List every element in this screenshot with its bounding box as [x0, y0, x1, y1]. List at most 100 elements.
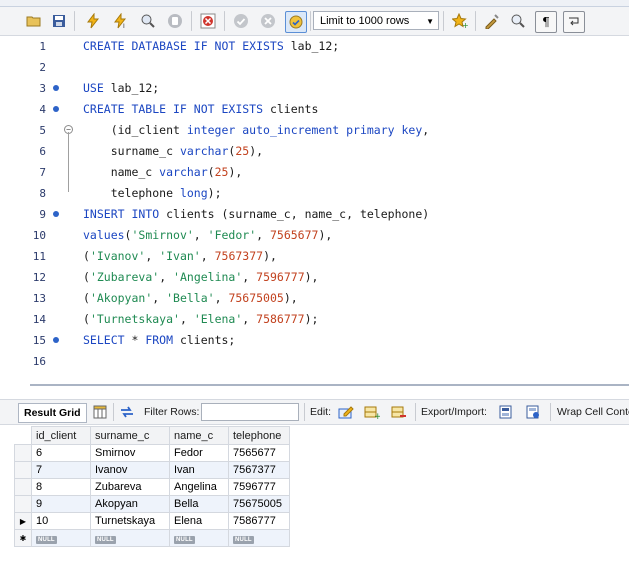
cell-telephone[interactable]: 7596777 [228, 478, 290, 496]
cell-name-c[interactable]: Ivan [169, 461, 229, 479]
code-line[interactable]: 7 name_c varchar(25), [0, 162, 629, 183]
find-icon[interactable] [508, 11, 528, 31]
code-line[interactable]: 3 USE lab_12; [0, 78, 629, 99]
toolbar-divider [475, 11, 476, 31]
cell-surname-c[interactable]: Akopyan [90, 495, 170, 513]
column-header-surname-c[interactable]: surname_c [90, 426, 170, 445]
cell-telephone[interactable]: 7586777 [228, 512, 290, 530]
code-line[interactable]: 13 ('Akopyan', 'Bella', 75675005), [0, 288, 629, 309]
cell-id-client[interactable]: 10 [31, 512, 91, 530]
cell-name-c[interactable]: Angelina [169, 478, 229, 496]
beautify-icon[interactable] [482, 11, 502, 31]
add-snippet-icon[interactable]: + [450, 11, 470, 31]
edit-row-icon[interactable] [337, 403, 355, 421]
tab-result-grid[interactable]: Result Grid [18, 403, 87, 423]
cell-surname-c[interactable]: Smirnov [90, 444, 170, 462]
row-selector[interactable] [14, 495, 32, 513]
row-selector[interactable] [14, 478, 32, 496]
column-header-name-c[interactable]: name_c [169, 426, 229, 445]
row-selector[interactable] [14, 461, 32, 479]
stop-icon[interactable] [165, 11, 185, 31]
cell-telephone[interactable]: 7567377 [228, 461, 290, 479]
code-line[interactable]: 9 INSERT INTO clients (surname_c, name_c,… [0, 204, 629, 225]
code-line[interactable]: 8 telephone long); [0, 183, 629, 204]
sql-editor[interactable]: 1 CREATE DATABASE IF NOT EXISTS lab_12; 2 3… [0, 36, 629, 378]
cell-name-c[interactable]: Fedor [169, 444, 229, 462]
cell-surname-c[interactable]: NULL [90, 529, 170, 547]
cell-name-c[interactable]: Elena [169, 512, 229, 530]
code-line[interactable]: 6 surname_c varchar(25), [0, 141, 629, 162]
sql-text: * [131, 333, 146, 347]
export-icon[interactable] [497, 403, 515, 421]
toggle-error-icon[interactable] [198, 11, 218, 31]
sql-text: surname_c [83, 144, 180, 158]
cell-id-client[interactable]: 8 [31, 478, 91, 496]
autocommit-icon[interactable] [285, 11, 307, 33]
code-line[interactable]: 1 CREATE DATABASE IF NOT EXISTS lab_12; [0, 36, 629, 57]
delete-row-icon[interactable] [390, 403, 408, 421]
code-text: surname_c varchar(25), [83, 141, 263, 162]
line-number: 12 [32, 271, 46, 284]
wrap-cell-content-label[interactable]: Wrap Cell Conte [557, 404, 629, 420]
save-icon[interactable] [49, 11, 69, 31]
insert-row-icon[interactable]: + [363, 403, 381, 421]
table-row[interactable]: 7 Ivanov Ivan 7567377 [14, 461, 290, 479]
import-icon[interactable] [524, 403, 542, 421]
table-row[interactable]: 9 Akopyan Bella 75675005 [14, 495, 290, 513]
code-line[interactable]: 16 [0, 351, 629, 372]
code-line[interactable]: 2 [0, 57, 629, 78]
code-line[interactable]: 11 ('Ivanov', 'Ivan', 7567377), [0, 246, 629, 267]
cell-id-client[interactable]: 6 [31, 444, 91, 462]
toolbar-divider [443, 11, 444, 31]
commit-icon[interactable] [231, 11, 251, 31]
cell-name-c[interactable]: Bella [169, 495, 229, 513]
sql-text: , [145, 249, 160, 263]
column-header-telephone[interactable]: telephone [228, 426, 290, 445]
limit-rows-select[interactable]: Limit to 1000 rows ▼ [313, 11, 439, 30]
cell-surname-c[interactable]: Zubareva [90, 478, 170, 496]
grid-view-icon[interactable] [91, 403, 109, 421]
panel-splitter[interactable] [30, 384, 629, 386]
row-selector[interactable] [14, 444, 32, 462]
sql-text: , [179, 312, 194, 326]
column-header-id-client[interactable]: id_client [31, 426, 91, 445]
export-import-label: Export/Import: [421, 406, 487, 418]
folder-open-icon[interactable] [24, 11, 44, 31]
cell-id-client[interactable]: 9 [31, 495, 91, 513]
result-grid: id_client surname_c name_c telephone 6 S… [14, 426, 290, 547]
code-line[interactable]: 12 ('Zubareva', 'Angelina', 7596777), [0, 267, 629, 288]
table-row[interactable]: 8 Zubareva Angelina 7596777 [14, 478, 290, 496]
cell-name-c[interactable]: NULL [169, 529, 229, 547]
current-row-arrow-icon[interactable]: ▶ [14, 512, 32, 530]
cell-telephone[interactable]: 7565677 [228, 444, 290, 462]
sql-keyword: USE [83, 81, 111, 95]
cell-surname-c[interactable]: Turnetskaya [90, 512, 170, 530]
sql-text: lab_12; [290, 39, 340, 53]
code-line[interactable]: 14 ('Turnetskaya', 'Elena', 7586777); [0, 309, 629, 330]
cell-surname-c[interactable]: Ivanov [90, 461, 170, 479]
refresh-icon[interactable] [118, 403, 136, 421]
execute-statement-icon[interactable]: I [111, 11, 131, 31]
filter-rows-input[interactable] [201, 403, 299, 421]
invisibles-icon[interactable]: ¶ [535, 11, 557, 33]
table-row[interactable]: ▶ 10 Turnetskaya Elena 7586777 [14, 512, 290, 530]
cell-telephone[interactable]: NULL [228, 529, 290, 547]
cell-id-client[interactable]: 7 [31, 461, 91, 479]
code-line[interactable]: 5− (id_client integer auto_increment pri… [0, 120, 629, 141]
table-row[interactable]: 6 Smirnov Fedor 7565677 [14, 444, 290, 462]
code-line[interactable]: 10 values('Smirnov', 'Fedor', 7565677), [0, 225, 629, 246]
sql-text: , [214, 291, 229, 305]
execute-icon[interactable] [83, 11, 103, 31]
filter-rows-label: Filter Rows: [144, 406, 200, 418]
new-row[interactable]: ✱ NULL NULL NULL NULL [14, 529, 290, 547]
toolbar-divider [550, 403, 551, 421]
code-line[interactable]: 4 CREATE TABLE IF NOT EXISTS clients [0, 99, 629, 120]
code-line[interactable]: 15 SELECT * FROM clients; [0, 330, 629, 351]
wrap-icon[interactable] [563, 11, 585, 33]
rollback-icon[interactable] [258, 11, 278, 31]
cell-telephone[interactable]: 75675005 [228, 495, 290, 513]
new-row-asterisk-icon[interactable]: ✱ [14, 529, 32, 547]
cell-id-client[interactable]: NULL [31, 529, 91, 547]
sql-string: 'Bella' [166, 291, 215, 305]
explain-icon[interactable] [138, 11, 158, 31]
